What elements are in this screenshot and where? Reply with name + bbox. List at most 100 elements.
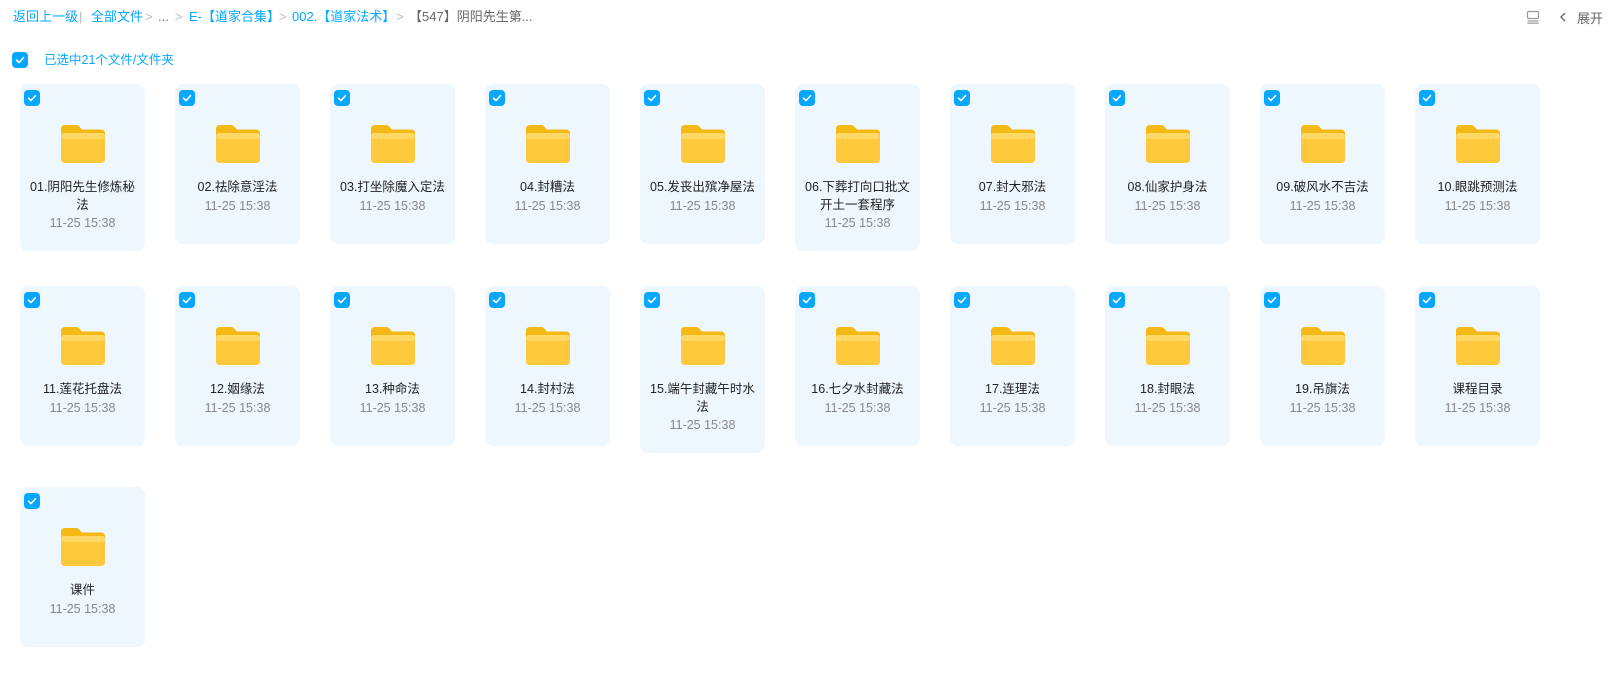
folder-checkbox[interactable] <box>1419 292 1435 308</box>
folder-checkbox[interactable] <box>489 90 505 106</box>
breadcrumb-separator-icon: > <box>145 9 153 24</box>
folder-checkbox[interactable] <box>179 292 195 308</box>
select-all-checkbox[interactable] <box>12 52 28 68</box>
check-icon <box>1422 94 1432 102</box>
folder-date: 11-25 15:38 <box>824 216 891 230</box>
folder-card[interactable]: 课件 11-25 15:38 <box>20 487 145 647</box>
select-all-bar: 已选中21个文件/文件夹 <box>12 51 174 69</box>
folder-card[interactable]: 10.眼跳预测法 11-25 15:38 <box>1415 84 1540 244</box>
folder-date: 11-25 15:38 <box>1134 198 1201 213</box>
breadcrumb-level2[interactable]: 002.【道家法术】 <box>292 8 395 26</box>
folder-icon <box>1146 125 1190 163</box>
folder-checkbox[interactable] <box>954 90 970 106</box>
folder-checkbox[interactable] <box>799 292 815 308</box>
folder-card[interactable]: 12.姻缘法 11-25 15:38 <box>175 286 300 446</box>
folder-icon <box>216 327 260 365</box>
folder-icon <box>1456 125 1500 163</box>
folder-checkbox[interactable] <box>334 292 350 308</box>
folder-checkbox[interactable] <box>1419 90 1435 106</box>
folder-icon <box>526 125 570 163</box>
folder-icon <box>836 125 880 163</box>
folder-name: 10.眼跳预测法 <box>1437 180 1518 194</box>
folder-checkbox[interactable] <box>644 292 660 308</box>
check-icon <box>1112 94 1122 102</box>
folder-date: 11-25 15:38 <box>514 198 581 213</box>
folder-icon <box>61 125 105 163</box>
folder-card[interactable]: 07.封大邪法 11-25 15:38 <box>950 84 1075 244</box>
folder-checkbox[interactable] <box>24 90 40 106</box>
folder-checkbox[interactable] <box>24 292 40 308</box>
check-icon <box>492 94 502 102</box>
folder-date: 11-25 15:38 <box>514 400 581 415</box>
expand-label: 展开 <box>1576 10 1603 26</box>
folder-card[interactable]: 01.阴阳先生修炼秘法 11-25 15:38 <box>20 84 145 251</box>
check-icon <box>492 296 502 304</box>
folder-card[interactable]: 06.下葬打向口批文开土一套程序 11-25 15:38 <box>795 84 920 251</box>
folder-date: 11-25 15:38 <box>1134 400 1201 415</box>
check-icon <box>1112 296 1122 304</box>
folder-icon <box>991 327 1035 365</box>
folder-name: 课件 <box>69 583 95 597</box>
breadcrumb-ellipsis[interactable]: ... <box>158 8 169 26</box>
list-view-icon[interactable] <box>1525 9 1541 25</box>
folder-checkbox[interactable] <box>1109 90 1125 106</box>
folder-card[interactable]: 15.端午封藏午时水法 11-25 15:38 <box>640 286 765 453</box>
folder-checkbox[interactable] <box>24 493 40 509</box>
folder-name: 17.连理法 <box>985 382 1040 396</box>
folder-date: 11-25 15:38 <box>1289 198 1356 213</box>
folder-card[interactable]: 11.莲花托盘法 11-25 15:38 <box>20 286 145 446</box>
check-icon <box>1267 296 1277 304</box>
folder-card[interactable]: 09.破风水不吉法 11-25 15:38 <box>1260 84 1385 244</box>
folder-card[interactable]: 13.种命法 11-25 15:38 <box>330 286 455 446</box>
folder-icon <box>61 327 105 365</box>
folder-card[interactable]: 18.封眼法 11-25 15:38 <box>1105 286 1230 446</box>
folder-card[interactable]: 04.封糟法 11-25 15:38 <box>485 84 610 244</box>
folder-icon <box>991 125 1035 163</box>
folder-checkbox[interactable] <box>954 292 970 308</box>
folder-card[interactable]: 19.吊旗法 11-25 15:38 <box>1260 286 1385 446</box>
back-link[interactable]: 返回上一级 <box>13 8 78 26</box>
folder-date: 11-25 15:38 <box>204 400 271 415</box>
folder-checkbox[interactable] <box>334 90 350 106</box>
folder-date: 11-25 15:38 <box>669 418 736 432</box>
expand-button[interactable]: 展开 <box>1557 8 1603 27</box>
breadcrumb-root[interactable]: 全部文件 <box>91 8 143 26</box>
check-icon <box>337 94 347 102</box>
folder-date: 11-25 15:38 <box>49 400 116 415</box>
check-icon <box>182 94 192 102</box>
check-icon <box>15 56 25 64</box>
folder-checkbox[interactable] <box>644 90 660 106</box>
folder-card[interactable]: 05.发丧出殡净屋法 11-25 15:38 <box>640 84 765 244</box>
breadcrumb-level1[interactable]: E-【道家合集】 <box>189 8 280 26</box>
folder-checkbox[interactable] <box>489 292 505 308</box>
right-tools: 展开 <box>1525 6 1603 28</box>
folder-checkbox[interactable] <box>179 90 195 106</box>
folder-name: 16.七夕水封藏法 <box>811 382 904 396</box>
folder-card[interactable]: 03.打坐除魔入定法 11-25 15:38 <box>330 84 455 244</box>
check-icon <box>27 296 37 304</box>
folder-name: 15.端午封藏午时水法 <box>650 382 755 414</box>
check-icon <box>337 296 347 304</box>
folder-card[interactable]: 课程目录 11-25 15:38 <box>1415 286 1540 446</box>
folder-icon <box>1301 327 1345 365</box>
folder-card[interactable]: 02.祛除意淫法 11-25 15:38 <box>175 84 300 244</box>
folder-name: 12.姻缘法 <box>210 382 265 396</box>
folder-name: 14.封村法 <box>520 382 575 396</box>
folder-name: 19.吊旗法 <box>1295 382 1350 396</box>
folder-card[interactable]: 14.封村法 11-25 15:38 <box>485 286 610 446</box>
folder-name: 13.种命法 <box>365 382 420 396</box>
folder-date: 11-25 15:38 <box>1444 400 1511 415</box>
folder-checkbox[interactable] <box>1264 292 1280 308</box>
folder-icon <box>681 327 725 365</box>
check-icon <box>957 296 967 304</box>
folder-card[interactable]: 16.七夕水封藏法 11-25 15:38 <box>795 286 920 446</box>
folder-name: 01.阴阳先生修炼秘法 <box>30 180 135 212</box>
folder-card[interactable]: 17.连理法 11-25 15:38 <box>950 286 1075 446</box>
folder-checkbox[interactable] <box>1109 292 1125 308</box>
folder-checkbox[interactable] <box>1264 90 1280 106</box>
folder-card[interactable]: 08.仙家护身法 11-25 15:38 <box>1105 84 1230 244</box>
folder-icon <box>61 528 105 566</box>
breadcrumb-current: 【547】阴阳先生第... <box>409 9 533 24</box>
folder-name: 09.破风水不吉法 <box>1276 180 1369 194</box>
folder-checkbox[interactable] <box>799 90 815 106</box>
